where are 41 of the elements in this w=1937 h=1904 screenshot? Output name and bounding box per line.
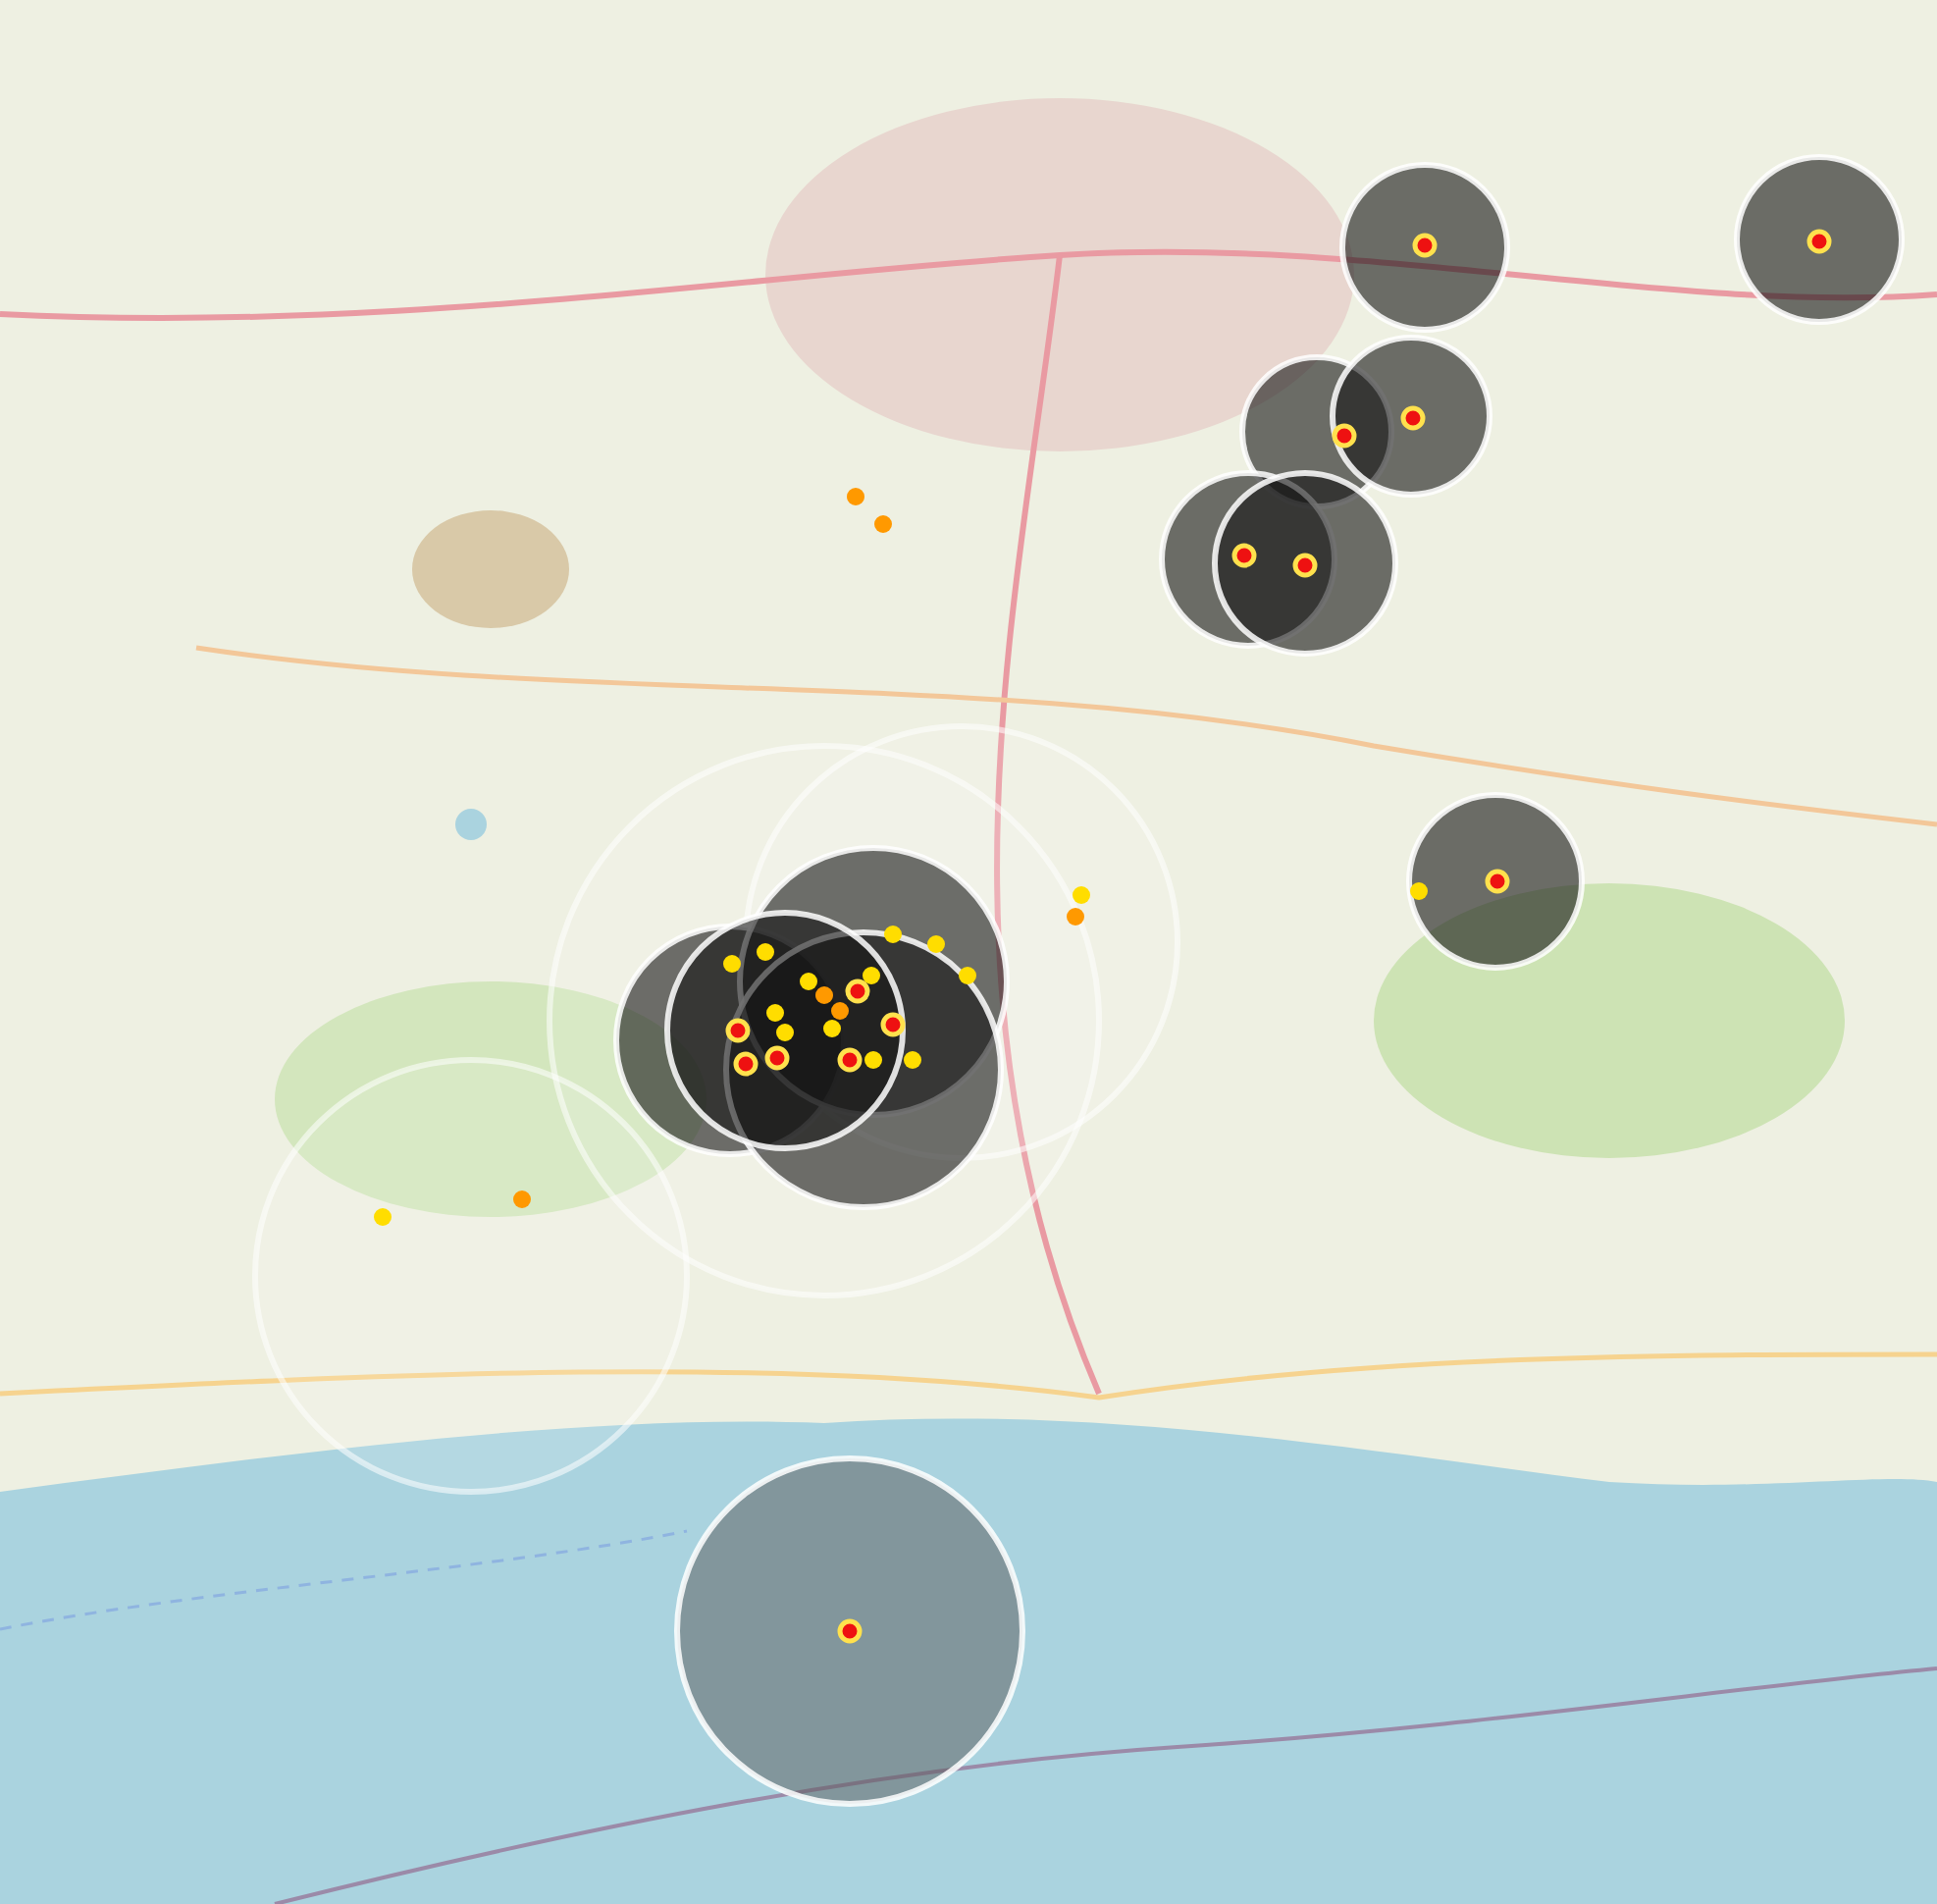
location-dot[interactable]: [815, 986, 833, 1004]
range-circle[interactable]: [1339, 162, 1510, 333]
location-dot[interactable]: [831, 1002, 849, 1020]
incident-marker[interactable]: [725, 1018, 751, 1043]
location-dot[interactable]: [863, 967, 880, 984]
incident-marker[interactable]: [764, 1045, 790, 1071]
incident-marker[interactable]: [1485, 869, 1510, 894]
incident-marker[interactable]: [837, 1047, 863, 1073]
incident-marker[interactable]: [1332, 423, 1357, 449]
range-circle[interactable]: [743, 723, 1180, 1161]
location-dot[interactable]: [513, 1190, 531, 1208]
location-dot[interactable]: [864, 1051, 882, 1069]
incident-marker[interactable]: [845, 978, 870, 1004]
location-dot[interactable]: [847, 488, 864, 505]
incident-marker[interactable]: [1400, 405, 1426, 431]
location-dot[interactable]: [904, 1051, 921, 1069]
incident-marker[interactable]: [1412, 233, 1438, 258]
location-dot[interactable]: [884, 926, 902, 943]
location-dot[interactable]: [1410, 882, 1428, 900]
location-dot[interactable]: [800, 973, 817, 990]
location-dot[interactable]: [1067, 908, 1084, 926]
location-dot[interactable]: [1073, 886, 1090, 904]
incident-marker[interactable]: [1292, 553, 1318, 578]
location-dot[interactable]: [823, 1020, 841, 1037]
location-dot[interactable]: [766, 1004, 784, 1022]
incident-marker[interactable]: [733, 1051, 759, 1077]
range-circle[interactable]: [1212, 470, 1398, 657]
range-circle[interactable]: [664, 910, 906, 1151]
location-dot[interactable]: [723, 955, 741, 973]
location-dot[interactable]: [874, 515, 892, 533]
incident-marker[interactable]: [1806, 229, 1832, 254]
location-dot[interactable]: [927, 935, 945, 953]
incident-marker[interactable]: [1231, 543, 1257, 568]
location-dot[interactable]: [959, 967, 976, 984]
location-dot[interactable]: [776, 1024, 794, 1041]
incident-marker[interactable]: [880, 1012, 906, 1037]
incident-marker[interactable]: [837, 1618, 863, 1644]
location-dot[interactable]: [757, 943, 774, 961]
location-dot[interactable]: [374, 1208, 392, 1226]
range-circle[interactable]: [1330, 335, 1492, 498]
range-circle[interactable]: [1734, 154, 1905, 325]
